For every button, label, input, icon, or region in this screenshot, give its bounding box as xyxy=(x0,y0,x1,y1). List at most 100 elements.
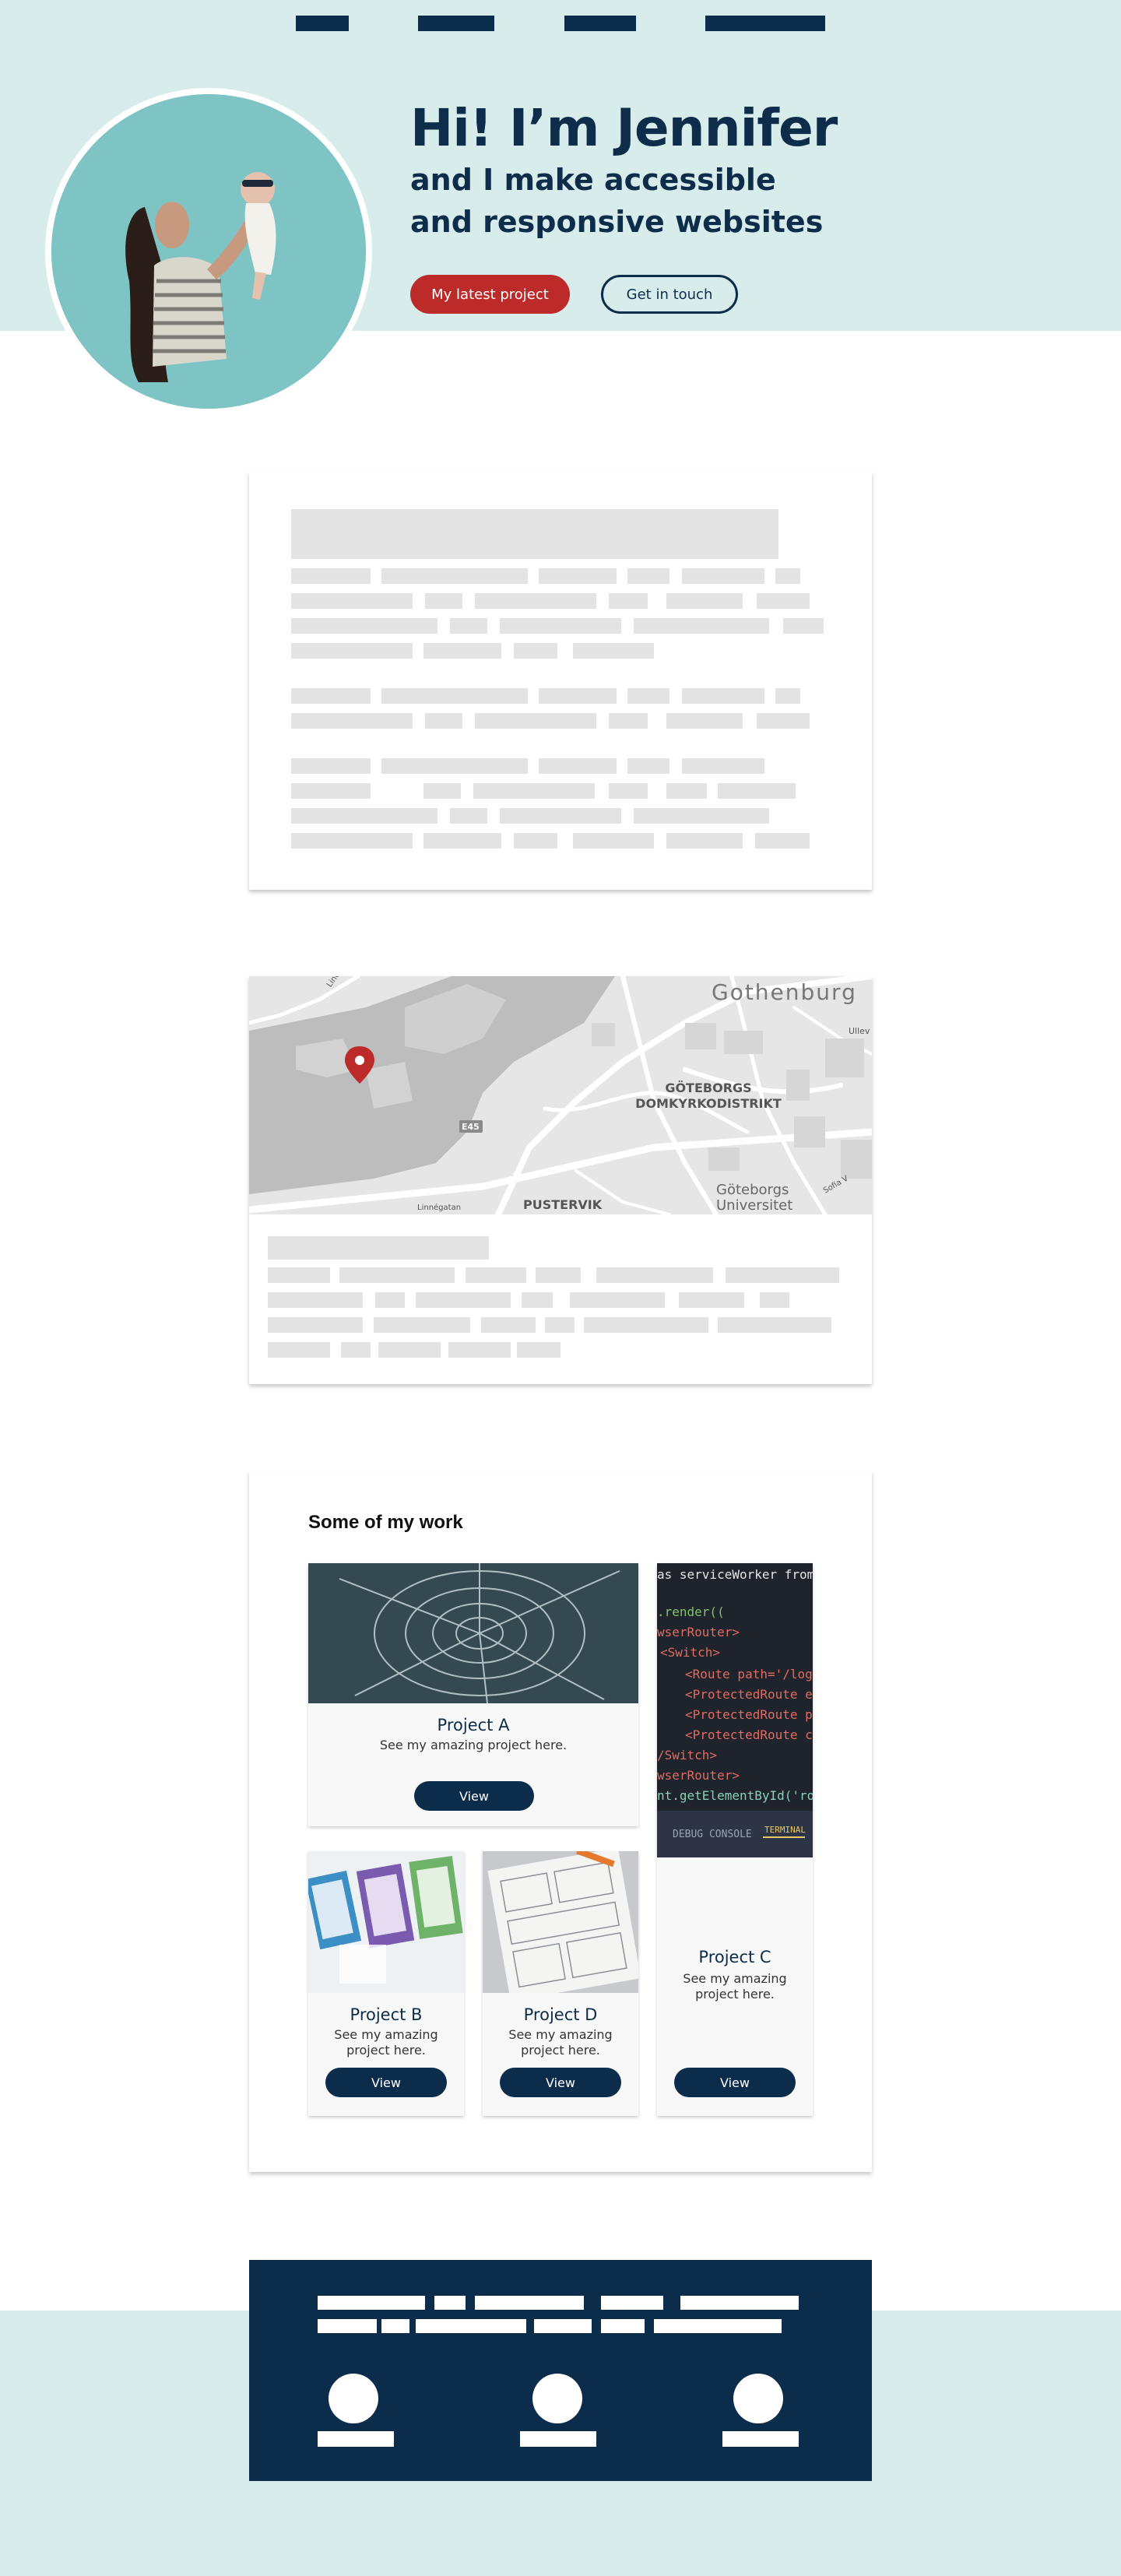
nav-item-4[interactable] xyxy=(705,16,825,31)
placeholder-line xyxy=(291,593,413,609)
placeholder-line xyxy=(341,1342,371,1358)
nav-item-1[interactable] xyxy=(296,16,349,31)
footer-social-icon-2[interactable] xyxy=(532,2374,582,2423)
view-project-b-button[interactable]: View xyxy=(325,2068,447,2097)
view-project-d-button[interactable]: View xyxy=(500,2068,621,2097)
map-university-label-2: Universitet xyxy=(716,1197,793,1214)
placeholder-line xyxy=(425,593,462,609)
view-project-a-button[interactable]: View xyxy=(414,1781,534,1811)
map-area-label: PUSTERVIK xyxy=(523,1197,603,1212)
code-line: wserRouter> xyxy=(657,1625,740,1639)
map-street-label-2: Linnégatan xyxy=(417,1204,462,1212)
placeholder-line xyxy=(500,808,621,824)
placeholder-line xyxy=(268,1267,330,1283)
placeholder-heading xyxy=(268,1236,489,1260)
placeholder-line xyxy=(539,758,617,774)
view-project-c-button[interactable]: View xyxy=(674,2068,796,2097)
placeholder-line xyxy=(627,688,669,704)
placeholder-line xyxy=(381,568,528,584)
footer-social-icon-1[interactable] xyxy=(329,2374,378,2423)
get-in-touch-button[interactable]: Get in touch xyxy=(601,275,738,314)
footer-text-placeholder xyxy=(381,2319,409,2333)
code-line: <ProtectedRoute exa xyxy=(685,1687,813,1702)
footer-text-placeholder xyxy=(318,2319,377,2333)
code-tab-label: TERMINAL xyxy=(764,1825,806,1835)
placeholder-line xyxy=(473,783,595,799)
placeholder-line xyxy=(423,643,501,659)
placeholder-line xyxy=(666,593,743,609)
project-card-d: Project D See my amazing project here. V… xyxy=(483,1851,638,2116)
map-road-label: E45 xyxy=(462,1122,480,1132)
placeholder-line xyxy=(570,1292,665,1308)
placeholder-line xyxy=(536,1267,581,1283)
placeholder-line xyxy=(775,688,800,704)
placeholder-line xyxy=(481,1317,536,1333)
map-card: Gothenburg GÖTEBORGS DOMKYRKODISTRIKT PU… xyxy=(249,976,872,1384)
project-description: See my amazing project here. xyxy=(379,1738,568,1752)
project-card-c: DEBUG CONSOLE TERMINAL as serviceWorker … xyxy=(657,1563,813,2116)
footer-text-placeholder xyxy=(416,2319,526,2333)
hero-title: Hi! I’m Jennifer xyxy=(410,98,838,158)
map-street-label-3: Ullev xyxy=(849,1026,870,1036)
placeholder-line xyxy=(374,1317,470,1333)
code-editor-image-icon: DEBUG CONSOLE TERMINAL as serviceWorker … xyxy=(657,1563,813,1857)
mother-baby-photo-icon xyxy=(51,94,366,409)
footer-text-placeholder xyxy=(434,2296,466,2310)
footer-social-icon-3[interactable] xyxy=(733,2374,783,2423)
placeholder-line xyxy=(545,1317,575,1333)
code-line: <ProtectedRoute comp xyxy=(685,1727,813,1742)
project-description: See my amazing project here. xyxy=(334,2027,438,2058)
project-card-a: Project A See my amazing project here. V… xyxy=(308,1563,638,1826)
placeholder-line xyxy=(573,643,654,659)
code-line: /Switch> xyxy=(657,1748,717,1762)
latest-project-button[interactable]: My latest project xyxy=(410,275,570,314)
work-heading: Some of my work xyxy=(308,1512,463,1533)
placeholder-line xyxy=(381,758,528,774)
placeholder-line xyxy=(627,568,669,584)
placeholder-line xyxy=(291,833,413,849)
map-view[interactable]: Gothenburg GÖTEBORGS DOMKYRKODISTRIKT PU… xyxy=(249,976,872,1214)
spider-web-image-icon xyxy=(308,1563,638,1704)
footer-text-placeholder xyxy=(475,2296,584,2310)
placeholder-line xyxy=(450,808,487,824)
placeholder-line xyxy=(425,713,462,729)
code-line: <Route path='/login xyxy=(685,1667,813,1682)
footer-social-label-1[interactable] xyxy=(318,2431,394,2447)
map-university-label-1: Göteborgs xyxy=(716,1182,789,1198)
project-title: Project C xyxy=(698,1948,771,1966)
map-city-label: Gothenburg xyxy=(712,979,857,1005)
footer-social-label-3[interactable] xyxy=(722,2431,799,2447)
placeholder-line xyxy=(291,618,438,634)
nav-item-3[interactable] xyxy=(564,16,636,31)
map-district-label-1: GÖTEBORGS xyxy=(665,1081,752,1095)
placeholder-line xyxy=(416,1292,511,1308)
placeholder-line xyxy=(268,1292,363,1308)
footer-text-placeholder xyxy=(680,2296,799,2310)
project-description: See my amazing project here. xyxy=(683,1971,787,2001)
placeholder-line xyxy=(757,593,810,609)
placeholder-line xyxy=(500,618,621,634)
text-placeholder-card xyxy=(249,472,872,890)
footer xyxy=(249,2260,872,2481)
nav-item-2[interactable] xyxy=(418,16,494,31)
project-description: See my amazing project here. xyxy=(508,2027,613,2058)
placeholder-line xyxy=(634,618,769,634)
placeholder-line xyxy=(666,833,743,849)
placeholder-line xyxy=(475,713,596,729)
footer-text-placeholder xyxy=(534,2319,592,2333)
placeholder-line xyxy=(291,783,371,799)
placeholder-line xyxy=(726,1267,839,1283)
footer-text-placeholder xyxy=(318,2296,425,2310)
placeholder-line xyxy=(596,1267,713,1283)
avatar xyxy=(45,88,372,415)
placeholder-line xyxy=(757,713,810,729)
code-line: .render(( xyxy=(657,1604,725,1619)
map-graphic xyxy=(249,976,872,1214)
code-tab-label: DEBUG CONSOLE xyxy=(673,1829,752,1840)
placeholder-line xyxy=(466,1267,526,1283)
placeholder-line xyxy=(291,643,413,659)
placeholder-line xyxy=(268,1317,363,1333)
footer-social-label-2[interactable] xyxy=(520,2431,596,2447)
placeholder-line xyxy=(291,713,413,729)
avatar-photo xyxy=(51,94,366,409)
